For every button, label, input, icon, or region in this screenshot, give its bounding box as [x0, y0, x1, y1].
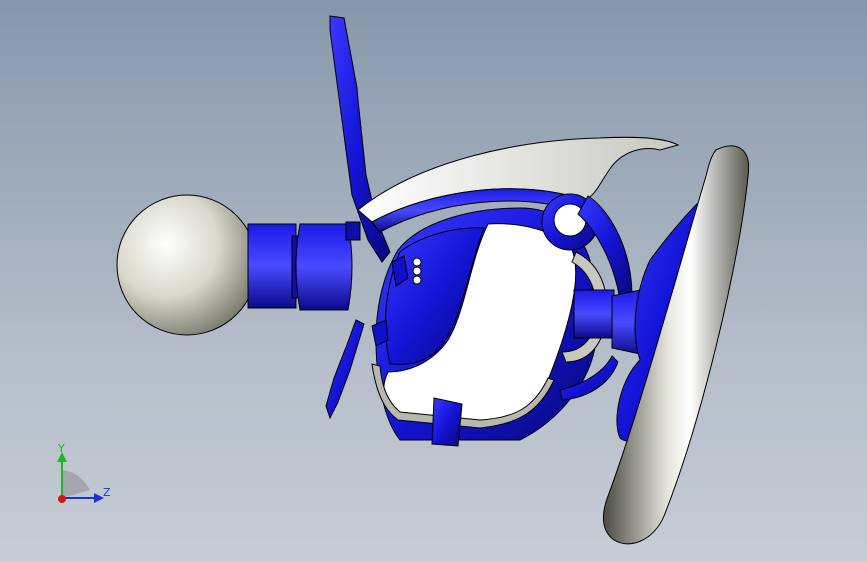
shaft-collar	[247, 223, 297, 309]
y-axis-label: Y	[58, 442, 65, 455]
shaft-end	[345, 221, 361, 241]
cad-viewport[interactable]: Y Z	[0, 0, 867, 562]
indicator-dot-3	[412, 275, 422, 285]
z-axis-label: Z	[103, 486, 111, 499]
axle-block	[573, 289, 615, 339]
shaft-cylinder	[295, 223, 353, 311]
bottom-tab	[431, 397, 463, 447]
x-axis-origin	[58, 495, 66, 503]
indicator-dot-1	[412, 257, 422, 267]
sphere	[116, 194, 258, 336]
lower-lever	[325, 319, 365, 420]
model-render	[116, 15, 750, 545]
indicator-dot-2	[412, 266, 422, 276]
triad-xz-plane	[62, 470, 90, 498]
